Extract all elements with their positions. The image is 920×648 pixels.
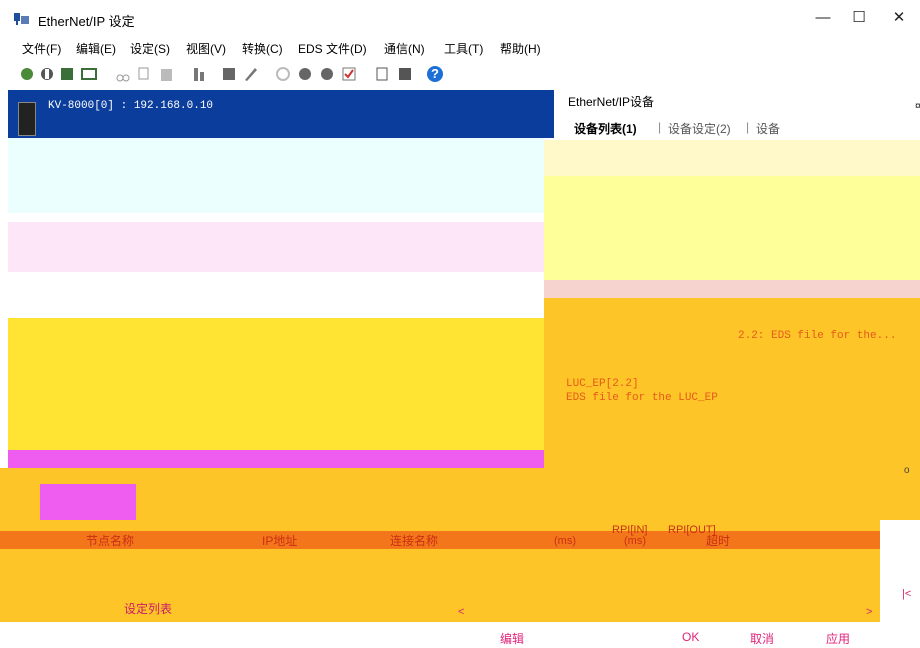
device-search-icon[interactable] [58, 65, 76, 83]
title-bar: EtherNet/IP 设定 — ☐ ✕ [0, 0, 920, 36]
pin-icon[interactable]: ¤ [915, 101, 920, 112]
edit-icon[interactable] [242, 65, 260, 83]
column-rpi-in[interactable]: RPI[IN] [612, 524, 647, 536]
help-glyph: ? [431, 66, 439, 81]
disconnect-icon[interactable] [38, 65, 56, 83]
left-pane-band-yellow [8, 318, 548, 450]
menu-settings[interactable]: 设定(S) [130, 40, 170, 57]
device-tree-root-label: KV-8000[0] : 192.168.0.10 [48, 100, 214, 112]
column-rpi-out-unit[interactable]: (ms) [624, 535, 646, 547]
settings-table-body[interactable] [0, 549, 880, 601]
menu-file[interactable]: 文件(F) [22, 40, 61, 57]
tab-separator: | [658, 120, 662, 134]
left-pane-band-pink [8, 222, 544, 272]
lower-pane-magenta-block [40, 484, 136, 520]
eds-icon[interactable] [220, 65, 238, 83]
column-rpi-in-unit[interactable]: (ms) [554, 535, 576, 547]
properties-icon[interactable] [396, 65, 414, 83]
menu-edit[interactable]: 编辑(E) [76, 40, 116, 57]
column-ip-address[interactable]: IP地址 [262, 532, 297, 549]
monitor-icon[interactable] [80, 65, 98, 83]
pane-marker: o [904, 465, 910, 476]
bottom-tab-strip [0, 600, 450, 622]
device-entry-desc[interactable]: 2.2: EDS file for the... [738, 330, 896, 342]
ok-button[interactable]: OK [682, 630, 699, 644]
tab-settings-list[interactable]: 设定列表 [124, 600, 172, 617]
right-panel-tabs: 设备列表(1) | 设备设定(2) | 设备 [560, 116, 920, 138]
menu-tools[interactable]: 工具(T) [444, 40, 483, 57]
horizontal-scrollbar[interactable] [450, 600, 880, 622]
tab-device[interactable]: 设备 [756, 120, 780, 137]
device-tree-root[interactable]: KV-8000[0] : 192.168.0.10 [8, 90, 554, 138]
menu-bar: 文件(F) 编辑(E) 设定(S) 视图(V) 转换(C) EDS 文件(D) … [0, 36, 920, 58]
column-timeout[interactable]: 超时 [706, 532, 730, 549]
menu-communication[interactable]: 通信(N) [384, 40, 425, 57]
register-icon[interactable] [190, 65, 208, 83]
menu-help[interactable]: 帮助(H) [500, 40, 541, 57]
app-icon [14, 11, 30, 25]
toolbar: ? [0, 58, 920, 88]
right-pane-band-cream [544, 140, 920, 176]
apply-button[interactable]: 应用 [826, 630, 850, 647]
column-node-name[interactable]: 节点名称 [86, 532, 134, 549]
help-icon[interactable]: ? [426, 65, 444, 83]
device-entry-name[interactable]: LUC_EP[2.2] [566, 378, 639, 390]
menu-convert[interactable]: 转换(C) [242, 40, 283, 57]
window-title: EtherNet/IP 设定 [38, 14, 135, 29]
scroll-right-icon[interactable]: > [866, 606, 872, 618]
connect-icon[interactable] [18, 65, 36, 83]
upload-icon[interactable] [296, 65, 314, 83]
left-pane-band-magenta [8, 450, 548, 468]
right-scroll-area [880, 520, 920, 600]
settings-table-header: 节点名称 IP地址 连接名称 (ms) (ms) RPI[IN] RPI[OUT… [0, 524, 880, 549]
device-entry-eds[interactable]: EDS file for the LUC_EP [566, 392, 718, 404]
tab-separator: | [746, 120, 750, 134]
menu-eds-file[interactable]: EDS 文件(D) [298, 40, 367, 57]
close-button[interactable]: ✕ [876, 4, 920, 32]
right-pane-band-rose [544, 280, 920, 298]
download-icon[interactable] [318, 65, 336, 83]
right-panel-title: EtherNet/IP设备 [568, 95, 655, 109]
copy-icon[interactable] [136, 65, 154, 83]
right-pane-band-yellow [544, 176, 920, 280]
left-pane-band-white [8, 272, 544, 318]
scroll-left-icon[interactable]: < [458, 606, 464, 618]
column-connection-name[interactable]: 连接名称 [390, 532, 438, 549]
edit-button[interactable]: 编辑 [500, 630, 524, 647]
check-icon[interactable] [340, 65, 358, 83]
scan-icon[interactable] [274, 65, 292, 83]
plc-icon [18, 102, 36, 136]
menu-view[interactable]: 视图(V) [186, 40, 226, 57]
lower-pane-band-amber [0, 468, 920, 531]
left-pane-band-cyan [8, 138, 544, 213]
pane-first-icon[interactable]: |< [902, 588, 911, 600]
paste-icon[interactable] [158, 65, 176, 83]
cancel-button[interactable]: 取消 [750, 630, 774, 647]
tab-device-settings[interactable]: 设备设定(2) [668, 120, 731, 137]
zoom-icon[interactable] [374, 65, 392, 83]
cut-icon[interactable] [114, 65, 132, 83]
tab-device-list[interactable]: 设备列表(1) [574, 120, 637, 137]
